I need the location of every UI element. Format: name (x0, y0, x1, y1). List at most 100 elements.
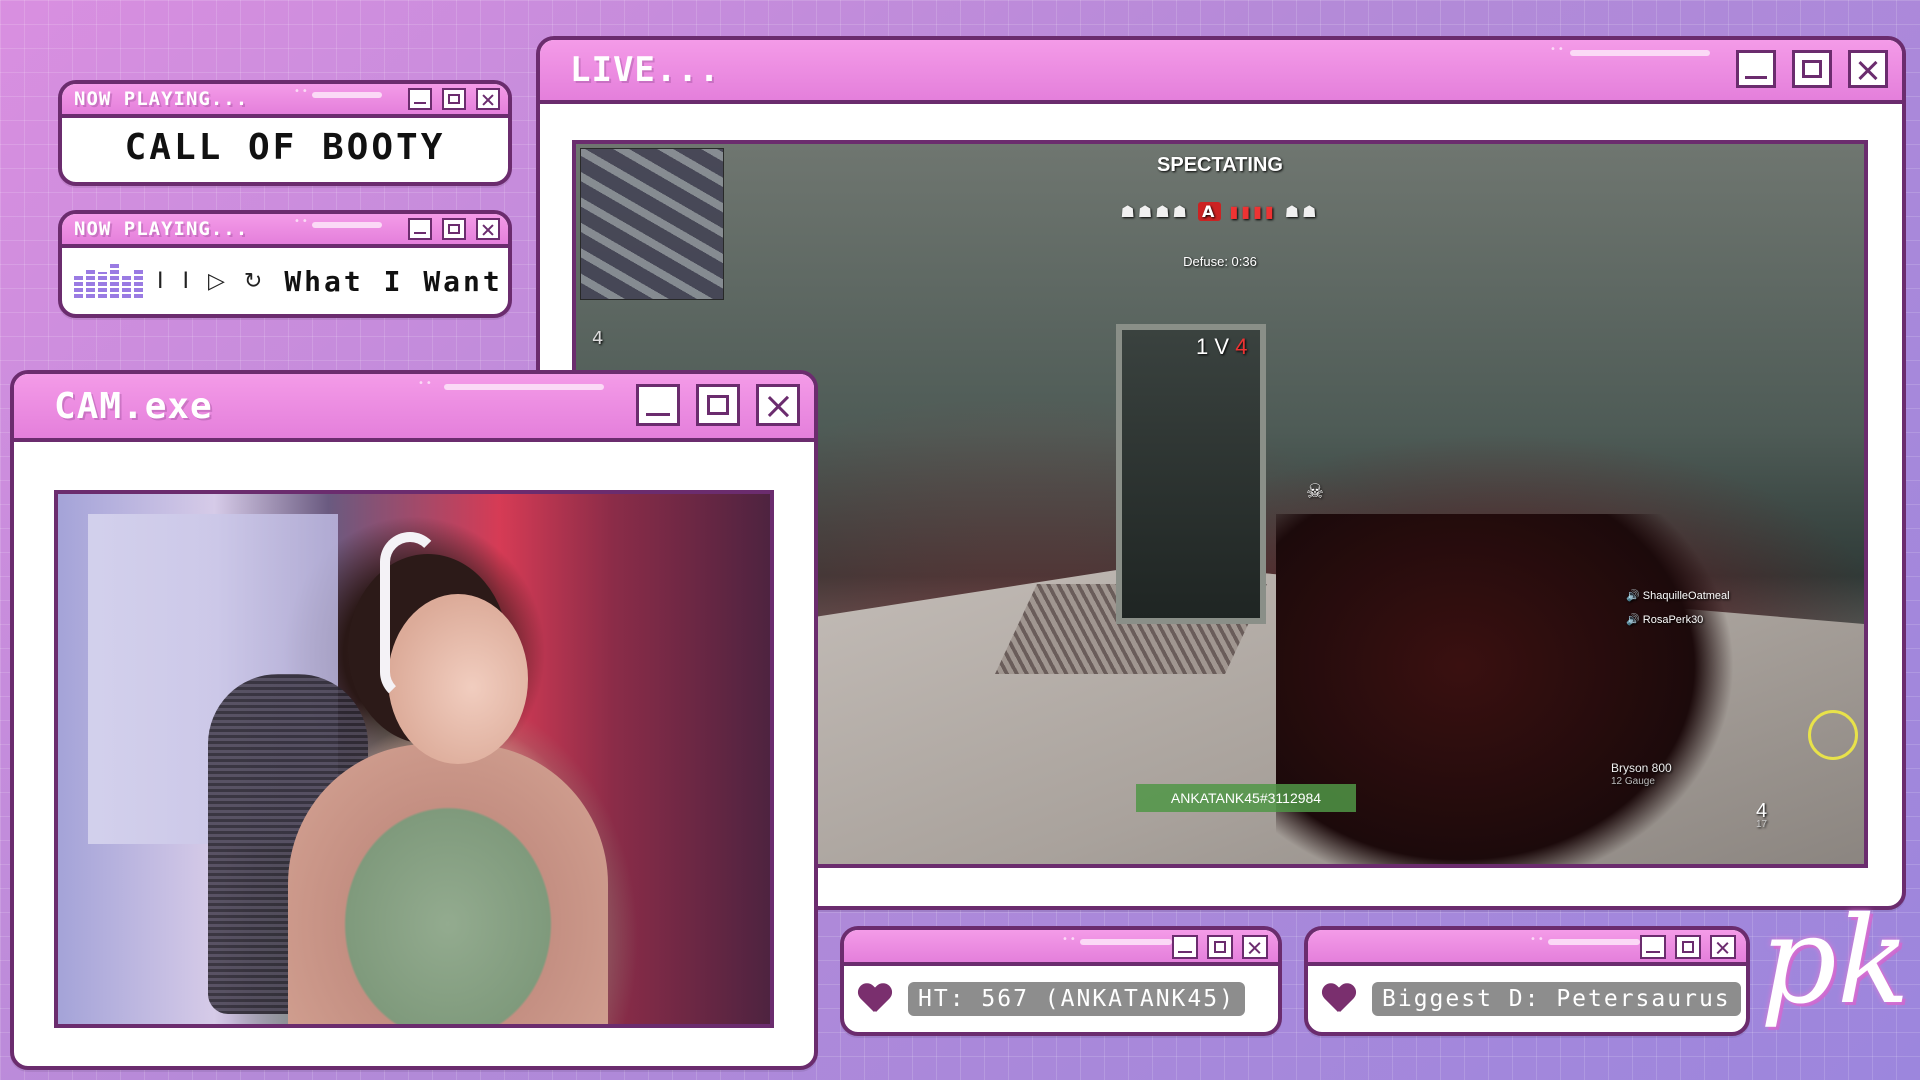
minimize-button[interactable] (1736, 50, 1776, 88)
high-tip-body: HT: 567 (ANKATANK45) (844, 966, 1278, 1032)
titlebar-decoration: •• (294, 216, 310, 227)
titlebar[interactable]: •• (844, 930, 1278, 966)
game-name: CALL OF BOOTY (124, 127, 446, 168)
titlebar-decoration: •• (1062, 934, 1078, 945)
minimize-icon (1745, 75, 1767, 79)
titlebar[interactable]: NOW PLAYING... •• (62, 214, 508, 248)
spectating-label: SPECTATING (1157, 154, 1283, 176)
minimize-icon (413, 232, 427, 235)
now-playing-game-window: NOW PLAYING... •• CALL OF BOOTY (58, 80, 512, 186)
spectated-player-tag: ANKATANK45#3112984 (1136, 784, 1356, 812)
window-title: CAM.exe (54, 385, 213, 427)
game-doorway (1116, 324, 1266, 624)
equalizer-icon (74, 264, 143, 298)
biggest-donation-body: Biggest D: Petersaurus (1308, 966, 1746, 1032)
minimize-icon (645, 412, 671, 416)
enemy-count: 4 (1235, 334, 1248, 359)
maximize-icon (1681, 941, 1695, 953)
maximize-icon (1802, 60, 1822, 78)
minimize-button[interactable] (408, 218, 432, 240)
defuse-timer: Defuse: 0:36 (1183, 254, 1257, 269)
window-controls (398, 88, 500, 110)
maximize-icon (1213, 941, 1227, 953)
titlebar-decoration (312, 222, 382, 228)
window-title: LIVE... (570, 50, 721, 90)
titlebar-decoration: •• (294, 86, 310, 97)
team-b-icons: ▮▮▮▮ (1229, 202, 1277, 221)
window-title: NOW PLAYING... (74, 218, 249, 240)
maximize-icon (448, 93, 460, 105)
titlebar-decoration (1570, 50, 1710, 56)
friendly-count: 1 (1196, 334, 1209, 359)
now-playing-music-window: NOW PLAYING... •• I I ▷ ↻ What I Want (58, 210, 512, 318)
maximize-icon (448, 223, 460, 235)
round-number: 4 (592, 328, 604, 349)
weapon-viewmodel (1276, 514, 1736, 864)
maximize-button[interactable] (442, 88, 466, 110)
objective-marker: A (1197, 202, 1222, 221)
voice-chat-list: 🔊 ShaquilleOatmeal 🔊 RosaPerk30 (1626, 584, 1730, 632)
close-button[interactable] (476, 218, 500, 240)
maximize-button[interactable] (442, 218, 466, 240)
minimize-icon (1645, 951, 1661, 953)
webcam-feed (54, 490, 774, 1028)
music-player: I I ▷ ↻ What I Want (62, 248, 508, 314)
minimize-button[interactable] (1172, 935, 1198, 959)
voice-player: 🔊 RosaPerk30 (1626, 614, 1704, 626)
minimize-button[interactable] (408, 88, 432, 110)
versus-label: V (1214, 334, 1230, 359)
titlebar-decoration: •• (1550, 44, 1566, 55)
close-button[interactable] (476, 88, 500, 110)
minimize-button[interactable] (1640, 935, 1666, 959)
titlebar[interactable]: CAM.exe •• (14, 374, 814, 442)
streamer-body (288, 744, 608, 1024)
ability-icon (1808, 710, 1858, 760)
team-status-bar: ☗☗☗☗ A ▮▮▮▮ ☗☗ (1120, 202, 1320, 221)
cam-window: CAM.exe •• (10, 370, 818, 1070)
maximize-button[interactable] (1675, 935, 1701, 959)
window-controls (1631, 935, 1736, 959)
maximize-button[interactable] (1792, 50, 1832, 88)
ammo-reserve: 17 (1756, 819, 1768, 830)
close-button[interactable] (1710, 935, 1736, 959)
titlebar[interactable]: LIVE... •• (540, 40, 1902, 104)
close-button[interactable] (1242, 935, 1268, 959)
biggest-donation-window: •• Biggest D: Petersaurus (1304, 926, 1750, 1036)
song-title: What I Want (284, 264, 503, 298)
window-controls (620, 384, 800, 426)
maximize-button[interactable] (1207, 935, 1233, 959)
minimize-icon (1177, 951, 1193, 953)
minimize-button[interactable] (636, 384, 680, 426)
biggest-donation-text: Biggest D: Petersaurus (1372, 982, 1741, 1016)
titlebar-decoration (312, 92, 382, 98)
playback-controls[interactable]: I I ▷ ↻ (157, 269, 268, 294)
weapon-type: 12 Gauge (1611, 776, 1655, 787)
titlebar[interactable]: NOW PLAYING... •• (62, 84, 508, 118)
voice-player: 🔊 ShaquilleOatmeal (1626, 590, 1730, 602)
heart-icon (1322, 984, 1356, 1014)
skull-icon: ☠ (1306, 479, 1324, 503)
window-controls (1163, 935, 1268, 959)
ammo-counter: 4 17 (1756, 800, 1767, 830)
titlebar-decoration (444, 384, 604, 390)
titlebar[interactable]: •• (1308, 930, 1746, 966)
high-tip-window: •• HT: 567 (ANKATANK45) (840, 926, 1282, 1036)
heart-icon (858, 984, 892, 1014)
versus-counter: 1 V 4 (1196, 334, 1247, 360)
titlebar-decoration (1080, 939, 1172, 945)
maximize-button[interactable] (696, 384, 740, 426)
titlebar-decoration (1548, 939, 1640, 945)
team-a-icons: ☗☗☗☗ (1120, 202, 1190, 221)
weapon-name: Bryson 800 (1611, 761, 1672, 775)
maximize-icon (707, 394, 729, 416)
streamer-logo: pk (1760, 892, 1910, 1031)
titlebar-decoration: •• (1530, 934, 1546, 945)
headset (380, 532, 440, 702)
titlebar-decoration: •• (418, 378, 434, 389)
minimize-icon (413, 102, 427, 105)
close-button[interactable] (1848, 50, 1888, 88)
window-controls (1720, 50, 1888, 88)
weapon-info: Bryson 800 12 Gauge (1611, 762, 1672, 788)
close-button[interactable] (756, 384, 800, 426)
high-tip-text: HT: 567 (ANKATANK45) (908, 982, 1245, 1016)
